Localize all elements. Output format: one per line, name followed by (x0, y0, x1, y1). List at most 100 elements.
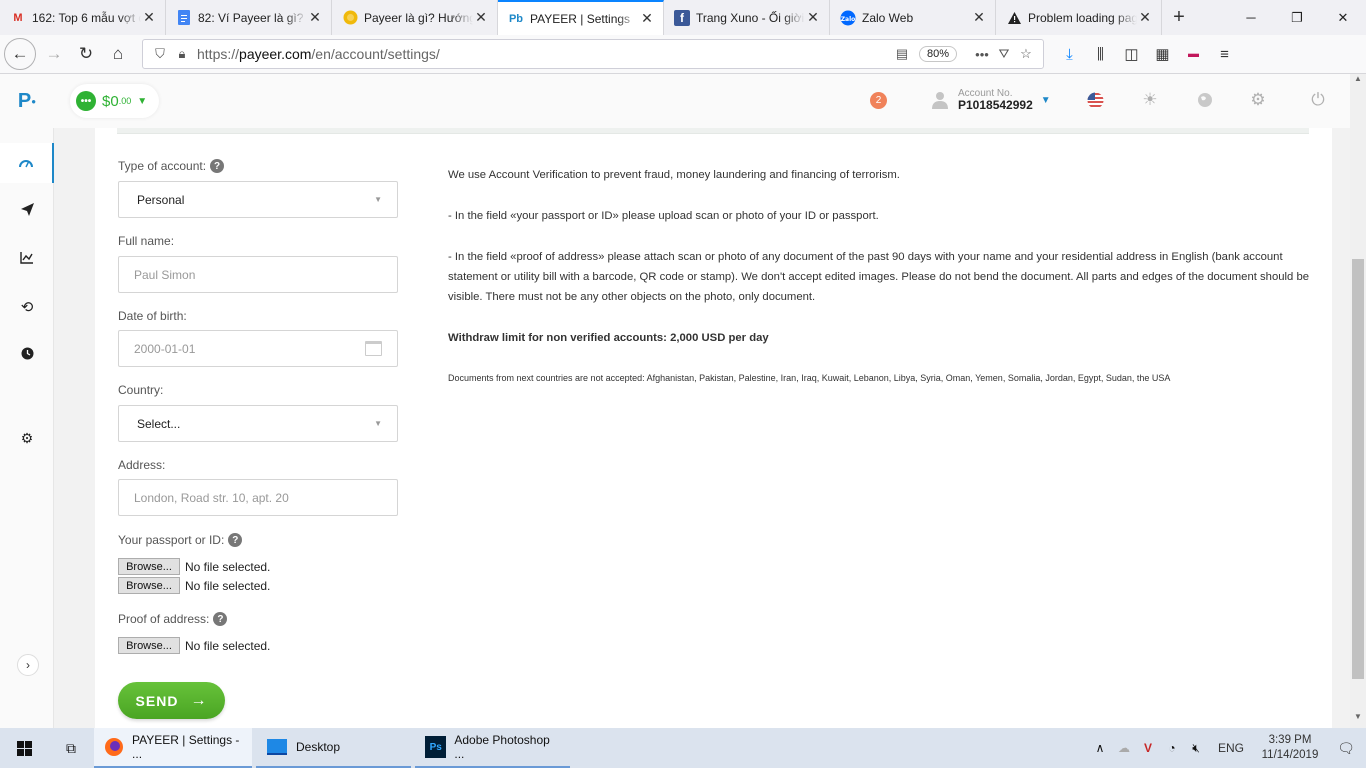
account-selector[interactable]: Account No. P1018542992 ▼ (930, 88, 1051, 112)
menu-icon[interactable]: ≡ (1209, 39, 1240, 69)
scroll-up-icon[interactable]: ▲ (1350, 74, 1366, 90)
browse-button[interactable]: Browse... (118, 577, 180, 594)
address-input[interactable]: London, Road str. 10, apt. 20 (118, 479, 398, 516)
full-name-label: Full name: (118, 234, 175, 248)
chevron-up-icon[interactable]: ∧ (1088, 741, 1112, 755)
shield-icon[interactable]: ⛉ (149, 46, 171, 62)
notification-center-icon[interactable]: 🗨︎ (1326, 740, 1366, 757)
taskbar-app-desktop[interactable]: Desktop (256, 728, 411, 768)
docs-icon (176, 10, 192, 26)
download-icon[interactable]: ⤓ (1054, 39, 1085, 69)
language-flag-icon[interactable] (1085, 90, 1105, 110)
window-close-icon[interactable]: ✕ (1320, 0, 1366, 35)
balance-cents: .00 (118, 96, 132, 106)
language-indicator[interactable]: ENG (1218, 741, 1244, 755)
tab-payeer-guide[interactable]: Payeer là gì? Hướng dẫn ✕ (332, 0, 498, 35)
sidebar-item-settings[interactable]: ⚙ (0, 418, 54, 458)
account-number: P1018542992 (958, 98, 1033, 112)
tab-title: Zalo Web (862, 10, 914, 25)
help-icon[interactable]: ? (210, 159, 225, 173)
globe-icon[interactable] (1195, 90, 1215, 110)
calendar-icon[interactable] (365, 341, 382, 356)
scroll-down-icon[interactable]: ▼ (1350, 712, 1366, 728)
restore-icon[interactable]: ❐ (1274, 0, 1320, 35)
back-icon[interactable]: ← (4, 38, 36, 70)
card-divider (117, 128, 1309, 134)
tab-gmail[interactable]: M 162: Top 6 mẫu vợt cầu lông ✕ (0, 0, 166, 35)
wifi-icon[interactable]: ◔ (1160, 741, 1184, 755)
account-type-select[interactable]: Personal ▼ (118, 181, 398, 218)
url-bar[interactable]: ⛉ 🔒︎ https://payeer.com/en/account/setti… (142, 39, 1044, 69)
close-icon[interactable]: ✕ (1137, 9, 1153, 26)
tab-facebook[interactable]: f Trang Xuno - Ối giời ơi ✕ (664, 0, 830, 35)
sidebar-item-trading[interactable] (0, 239, 54, 279)
full-name-input[interactable]: Paul Simon (118, 256, 398, 293)
date-of-birth-label: Date of birth: (118, 309, 187, 323)
minimize-icon[interactable]: ─ (1228, 0, 1274, 35)
help-icon[interactable]: ? (213, 612, 228, 626)
task-view-icon[interactable]: ⧉ (48, 728, 94, 768)
account-type-value: Personal (137, 192, 185, 207)
reload-icon[interactable]: ↻ (70, 39, 102, 69)
reader-view-icon[interactable]: ▤ (891, 46, 913, 62)
tab-docs[interactable]: 82: Ví Payeer là gì? cách đăng ký ✕ (166, 0, 332, 35)
address-label: Address: (118, 458, 166, 472)
extensions-icon[interactable]: ▦ (1147, 39, 1178, 69)
power-icon[interactable]: ⏻ (1308, 90, 1328, 110)
browse-button[interactable]: Browse... (118, 558, 180, 575)
antivirus-icon[interactable]: V (1136, 741, 1160, 755)
browse-button[interactable]: Browse... (118, 637, 180, 654)
page-scrollbar[interactable]: ▲ ▼ (1350, 74, 1366, 728)
gear-icon[interactable]: ⚙ (1248, 90, 1268, 110)
sidebar-item-exchange[interactable]: ⟲ (0, 287, 54, 327)
file-status: No file selected. (185, 578, 271, 593)
notification-badge[interactable]: 2 (870, 92, 887, 109)
help-icon[interactable]: ? (228, 533, 243, 547)
close-icon[interactable]: ✕ (971, 9, 987, 26)
theme-sun-icon[interactable]: ☀ (1140, 90, 1160, 110)
country-select[interactable]: Select... ▼ (118, 405, 398, 442)
sidebar-toggle-icon[interactable]: ◫ (1116, 39, 1147, 69)
bookmark-star-icon[interactable]: ☆ (1015, 46, 1037, 62)
type-of-account-label: Type of account: ? (118, 159, 225, 173)
windows-start-icon[interactable] (0, 728, 48, 768)
sidebar-item-dashboard[interactable] (0, 143, 54, 183)
balance-widget[interactable]: ••• $0.00 ▼ (70, 84, 160, 118)
new-tab-button[interactable]: + (1162, 0, 1196, 35)
speedometer-icon (19, 155, 33, 171)
payeer-logo[interactable]: P ● (0, 74, 54, 128)
send-button[interactable]: SEND → (118, 682, 225, 719)
taskbar-app-firefox[interactable]: PAYEER | Settings - ... (94, 728, 252, 768)
country-label: Country: (118, 383, 164, 397)
extension-badge-icon[interactable]: ▬ (1178, 39, 1209, 69)
scrollbar-thumb[interactable] (1352, 259, 1364, 679)
tab-title: Trang Xuno - Ối giời ơi (696, 10, 805, 25)
zoom-badge[interactable]: 80% (918, 46, 957, 62)
chevron-right-icon[interactable]: › (17, 654, 39, 676)
more-actions-icon[interactable]: ••• (971, 47, 993, 62)
pocket-icon[interactable]: ⛛ (993, 46, 1015, 62)
verification-intro: We use Account Verification to prevent f… (448, 169, 900, 181)
tab-payeer-settings[interactable]: Pb PAYEER | Settings ✕ (498, 0, 664, 35)
volume-mute-icon[interactable]: 🔇︎ (1184, 741, 1208, 756)
date-of-birth-input[interactable]: 2000-01-01 (118, 330, 398, 367)
tab-problem-loading[interactable]: Problem loading page ✕ (996, 0, 1162, 35)
forward-icon[interactable]: → (38, 39, 70, 69)
sidebar-item-send[interactable] (0, 191, 54, 231)
file-status: No file selected. (185, 559, 271, 574)
close-icon[interactable]: ✕ (473, 9, 489, 26)
lock-icon[interactable]: 🔒︎ (171, 46, 193, 62)
taskbar-app-photoshop[interactable]: Ps Adobe Photoshop ... (415, 728, 570, 768)
close-icon[interactable]: ✕ (639, 10, 655, 27)
sidebar-item-history[interactable] (0, 335, 54, 375)
tab-zalo[interactable]: Zalo Zalo Web ✕ (830, 0, 996, 35)
warning-icon (1006, 10, 1022, 26)
close-icon[interactable]: ✕ (307, 9, 323, 26)
library-icon[interactable]: ⫼ (1085, 39, 1116, 69)
clock[interactable]: 3:39 PM 11/14/2019 (1254, 733, 1326, 763)
url-text[interactable]: https://payeer.com/en/account/settings/ (193, 46, 891, 62)
cloud-icon[interactable]: ☁ (1112, 741, 1136, 755)
close-icon[interactable]: ✕ (805, 9, 821, 26)
close-icon[interactable]: ✕ (141, 9, 157, 26)
home-icon[interactable]: ⌂ (102, 39, 134, 69)
